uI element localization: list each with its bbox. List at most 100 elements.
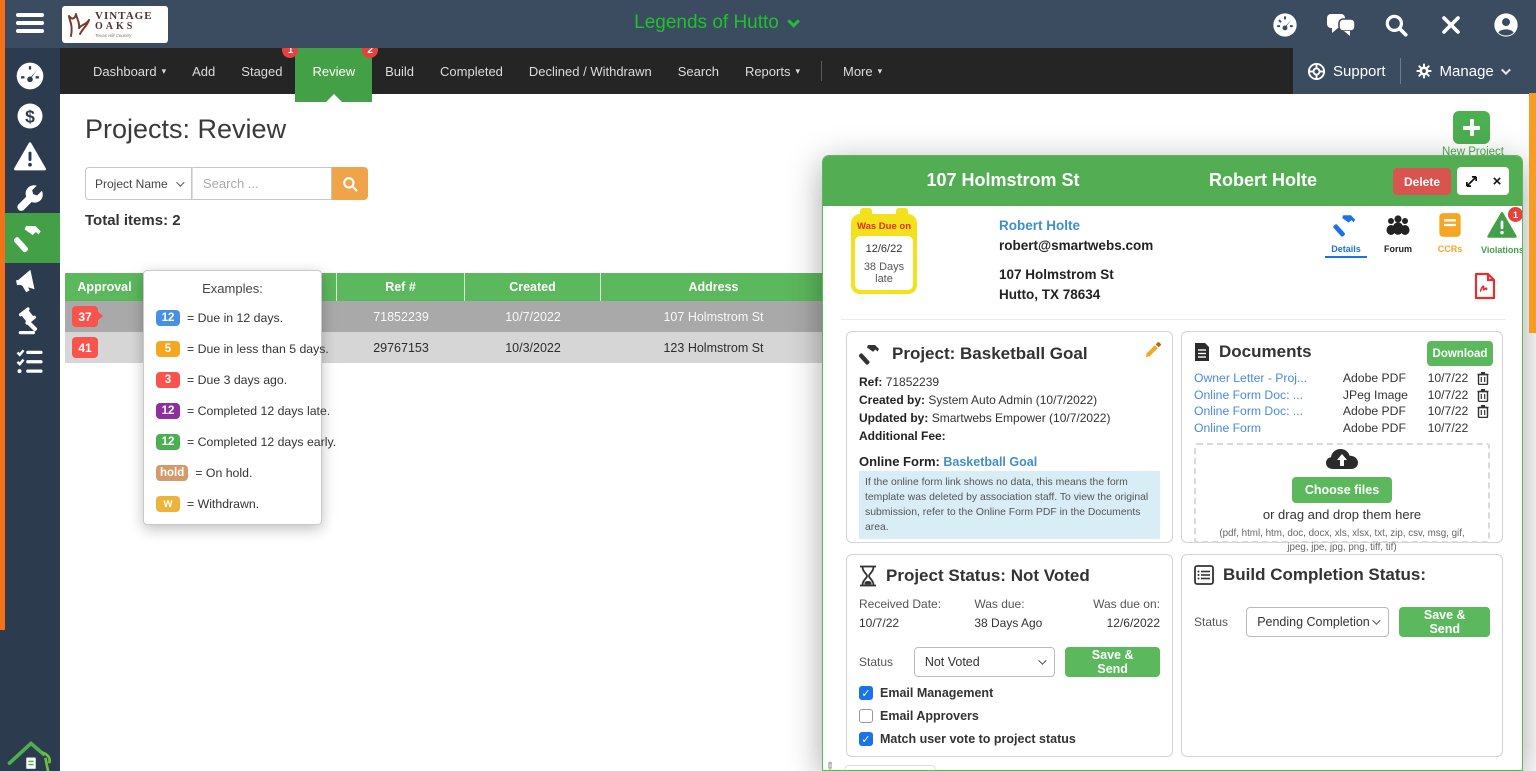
document-link[interactable]: Online Form [1194, 421, 1343, 435]
col-approval[interactable]: Approval [65, 273, 145, 301]
cutoff-element [844, 765, 936, 771]
document-link[interactable]: Owner Letter - Proj... [1194, 371, 1343, 385]
new-project-button[interactable] [1453, 111, 1490, 144]
build-status-select[interactable]: Pending Completion [1246, 607, 1389, 637]
pdf-file-icon[interactable] [1473, 272, 1497, 305]
hourglass-icon [859, 565, 877, 587]
smartwebs-home-icon [4, 735, 58, 771]
filter-bar: Project Name [85, 167, 368, 200]
due-badge-title: Was Due on [855, 218, 913, 236]
filter-field-select[interactable]: Project Name [85, 167, 192, 200]
document-link[interactable]: Online Form Doc: ... [1194, 404, 1343, 418]
project-title: Project: Basketball Goal [892, 344, 1088, 364]
tab-add[interactable]: Add [179, 48, 228, 94]
antler-icon [66, 10, 92, 40]
sidebar-item-dashboard[interactable] [0, 56, 60, 96]
caret-down-icon: ▾ [878, 66, 883, 77]
project-panel: Project: Basketball Goal Ref: 71852239 C… [846, 331, 1173, 543]
messages-icon[interactable] [1326, 10, 1356, 40]
user-icon[interactable] [1491, 10, 1521, 40]
search-input[interactable] [192, 167, 332, 200]
tab-staged[interactable]: Staged 1 [228, 48, 295, 94]
tab-details[interactable]: Details [1325, 212, 1367, 258]
dashboard-gauge-icon[interactable] [1270, 10, 1300, 40]
community-name: Legends of Hutto [634, 12, 779, 34]
sidebar-item-tasks[interactable] [0, 342, 60, 382]
tab-search[interactable]: Search [665, 48, 732, 94]
tab-violations[interactable]: 1 Violations [1481, 212, 1523, 258]
tab-build[interactable]: Build [372, 48, 427, 94]
tab-completed[interactable]: Completed [427, 48, 516, 94]
checkbox-icon[interactable]: ✓ [859, 686, 873, 700]
warning-triangle-icon [14, 142, 46, 172]
top-bar: VINTAGE OAKS Texas Hill Country Legends … [0, 0, 1536, 48]
tab-ccrs[interactable]: CCRs [1429, 212, 1471, 258]
tab-review[interactable]: Review 2 [295, 48, 372, 94]
tab-declined-withdrawn[interactable]: Declined / Withdrawn [516, 48, 665, 94]
online-form-link[interactable]: Basketball Goal [943, 455, 1037, 469]
close-modal-icon[interactable]: × [1493, 174, 1502, 189]
owner-contact: Robert Holte robert@smartwebs.com 107 Ho… [999, 216, 1153, 304]
approval-badge[interactable]: 41 [72, 337, 98, 358]
trash-icon[interactable] [1476, 404, 1490, 418]
was-due: Was due:38 Days Ago [974, 595, 1082, 633]
legend-badge: 3 [156, 372, 180, 388]
upload-dropzone[interactable]: Choose files or drag and drop them here … [1194, 443, 1490, 543]
project-status-select[interactable]: Not Voted [914, 647, 1055, 677]
save-send-button[interactable]: Save & Send [1065, 647, 1160, 677]
expand-icon[interactable] [1465, 175, 1478, 188]
dollar-icon: $ [15, 101, 45, 131]
project-created: Created by: System Auto Admin (10/7/2022… [859, 391, 1160, 409]
search-submit-button[interactable] [332, 167, 368, 200]
tab-forum[interactable]: Forum [1377, 212, 1419, 258]
hammer-icon [14, 222, 46, 254]
sidebar-item-maintenance[interactable] [0, 178, 60, 218]
edit-pencil-icon[interactable] [1145, 341, 1162, 363]
chevron-down-icon [1038, 657, 1046, 665]
sidebar-item-violations[interactable] [0, 137, 60, 177]
document-row: Online Form Doc: ... JPeg Image 10/7/22 [1194, 387, 1490, 404]
checkbox-icon[interactable] [859, 709, 873, 723]
was-due-on: Was due on:12/6/2022 [1082, 595, 1160, 633]
trash-icon[interactable] [1476, 371, 1490, 385]
project-status-title: Project Status: Not Voted [886, 566, 1090, 586]
checkbox-email-approvers[interactable]: Email Approvers [859, 709, 1160, 723]
col-address[interactable]: Address [601, 273, 826, 301]
download-button[interactable]: Download [1427, 341, 1493, 366]
trash-icon[interactable] [1476, 388, 1490, 402]
community-logo[interactable]: VINTAGE OAKS Texas Hill Country [62, 6, 168, 43]
close-icon[interactable] [1436, 10, 1466, 40]
approval-badge[interactable]: 37 [72, 306, 98, 327]
sidebar-item-gavel[interactable] [0, 301, 60, 341]
legend-badge: 12 [156, 310, 180, 326]
build-status-title: Build Completion Status: [1223, 565, 1426, 585]
received-date: Received Date:10/7/22 [859, 595, 974, 633]
document-link[interactable]: Online Form Doc: ... [1194, 388, 1343, 402]
sidebar-item-billing[interactable]: $ [0, 96, 60, 136]
col-created[interactable]: Created [465, 273, 601, 301]
col-ref[interactable]: Ref # [337, 273, 465, 301]
tab-dashboard[interactable]: Dashboard▾ [80, 48, 179, 94]
save-send-button[interactable]: Save & Send [1399, 607, 1490, 637]
owner-name-link[interactable]: Robert Holte [999, 216, 1153, 236]
tab-reports[interactable]: Reports▾ [732, 48, 813, 94]
caret-down-icon: ▾ [795, 66, 800, 77]
ref-cell: 29767153 [337, 332, 465, 363]
checkbox-email-management[interactable]: ✓ Email Management [859, 686, 1160, 700]
right-edge-strip [1529, 93, 1536, 333]
life-ring-icon [1307, 62, 1326, 81]
tab-more[interactable]: More▾ [830, 48, 895, 94]
menu-icon[interactable] [16, 13, 44, 35]
choose-files-button[interactable]: Choose files [1292, 477, 1392, 503]
checkbox-match-vote[interactable]: ✓ Match user vote to project status [859, 732, 1160, 746]
sidebar-item-announcements[interactable] [0, 260, 60, 300]
delete-button[interactable]: Delete [1393, 168, 1451, 195]
checkbox-icon[interactable]: ✓ [859, 732, 873, 746]
search-icon[interactable] [1381, 10, 1411, 40]
support-button[interactable]: Support [1293, 48, 1400, 94]
left-edge-strip [0, 0, 5, 630]
search-icon [341, 175, 359, 193]
sidebar-item-projects[interactable] [0, 213, 60, 263]
manage-button[interactable]: Manage [1401, 48, 1522, 94]
community-selector[interactable]: Legends of Hutto [560, 12, 870, 34]
